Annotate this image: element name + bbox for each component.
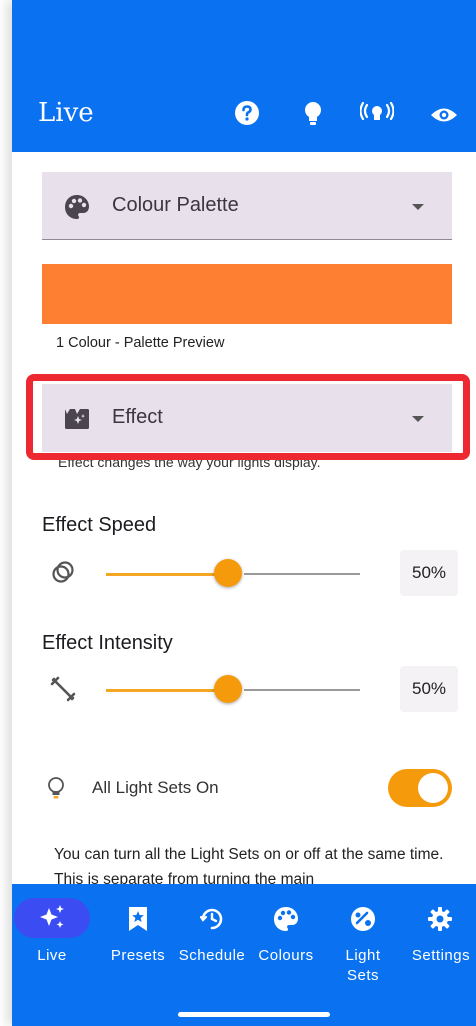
- slider-inactive-track: [244, 689, 360, 691]
- palette-icon: [273, 906, 299, 937]
- nav-label-light-sets: Light Sets: [345, 947, 381, 984]
- nav-label-settings: Settings: [411, 947, 471, 964]
- bulb-icon[interactable]: [302, 100, 324, 133]
- palette-preview-swatch: [42, 264, 452, 324]
- nav-label-schedule: Schedule: [178, 947, 246, 964]
- help-icon[interactable]: [234, 100, 260, 131]
- nav-label-colours: Colours: [258, 947, 314, 964]
- slider-inactive-track: [244, 573, 360, 575]
- page-title: Live: [38, 98, 94, 128]
- bookmark-star-icon: [127, 906, 149, 937]
- content-area: Colour Palette 1 Colour - Palette Previe…: [12, 152, 476, 884]
- all-light-sets-toggle[interactable]: [388, 769, 452, 807]
- slider-thumb[interactable]: [214, 559, 242, 587]
- colour-palette-dropdown[interactable]: Colour Palette: [42, 172, 452, 240]
- sparkles-icon: [38, 904, 66, 935]
- speed-rings-icon: [50, 560, 76, 591]
- colour-palette-label: Colour Palette: [112, 194, 239, 216]
- chevron-down-icon: [412, 204, 424, 210]
- slider-active-track: [106, 573, 230, 576]
- slider-thumb[interactable]: [214, 675, 242, 703]
- home-indicator[interactable]: [178, 1012, 330, 1017]
- toggle-knob: [418, 773, 448, 803]
- effect-speed-value: 50%: [400, 550, 458, 596]
- app-bar: Live: [12, 0, 476, 152]
- nav-label-presets: Presets: [110, 947, 166, 964]
- nav-label-live: Live: [37, 947, 67, 964]
- palette-preview-caption: 1 Colour - Palette Preview: [56, 335, 225, 351]
- light-sets-help-text: You can turn all the Light Sets on or of…: [54, 846, 444, 884]
- schedule-clock-icon: [199, 906, 225, 937]
- broadcast-icon[interactable]: [359, 101, 395, 131]
- effect-speed-title: Effect Speed: [42, 514, 157, 536]
- effect-highlight-box: [26, 374, 470, 460]
- dumbbell-icon: [50, 676, 76, 707]
- gear-icon: [427, 906, 453, 937]
- effect-intensity-value: 50%: [400, 666, 458, 712]
- bottom-navigation: Live Presets Schedule Colours Light Sets…: [12, 884, 476, 1026]
- effect-intensity-slider[interactable]: 50%: [42, 666, 458, 712]
- lightbulb-outline-icon: [46, 776, 66, 805]
- slider-active-track: [106, 689, 230, 692]
- light-sets-icon: [350, 906, 376, 937]
- app-screen: Live Colour Palette 1 Colour - Palette P…: [12, 0, 476, 1026]
- eye-icon[interactable]: [430, 106, 458, 129]
- effect-intensity-title: Effect Intensity: [42, 632, 173, 654]
- all-light-sets-label: All Light Sets On: [92, 778, 219, 797]
- palette-icon: [64, 194, 90, 225]
- effect-speed-slider[interactable]: 50%: [42, 550, 458, 596]
- all-light-sets-row: All Light Sets On: [42, 766, 458, 810]
